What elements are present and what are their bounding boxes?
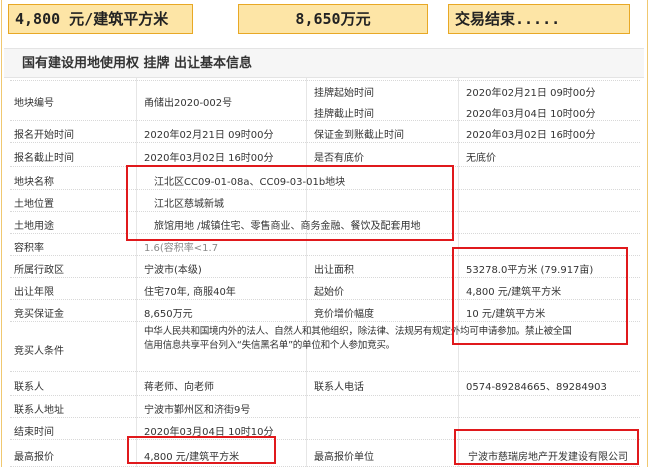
contact-label: 联系人 — [14, 382, 44, 393]
reserve-value: 无底价 — [466, 153, 496, 164]
top-bidder-label: 最高报价单位 — [314, 452, 374, 463]
table-row: 所属行政区 宁波市(本级) 出让面积 53278.0平方米 (79.917亩) — [10, 255, 640, 277]
table-row: 竞买保证金 8,650万元 竞价增价幅度 10 元/建筑平方米 — [10, 299, 640, 321]
table-row: 土地用途 旅馆用地 /城镇住宅、零售商业、商务金融、餐饮及配套用地 — [10, 211, 640, 233]
plot-no-label: 地块编号 — [14, 98, 54, 109]
deposit-deadline-value: 2020年03月02日 16时00分 — [466, 130, 596, 141]
conditions-label: 竞买人条件 — [14, 346, 64, 357]
table-row: 地块名称 江北区CC09-01-08a、CC09-03-01b地块 — [10, 166, 640, 189]
district-label: 所属行政区 — [14, 265, 64, 276]
area-value: 53278.0平方米 (79.917亩) — [466, 265, 594, 276]
table-row: 地块编号 甬储出2020-002号 挂牌起始时间 2020年02月21日 09时… — [10, 80, 640, 120]
far-value: 1.6(容积率<1.7 — [144, 243, 219, 254]
phone-value: 0574-89284665、89284903 — [466, 382, 607, 393]
table-row: 结束时间 2020年03月04日 10时10分 — [10, 417, 640, 439]
top-bid-label: 最高报价 — [14, 452, 54, 463]
table-row: 联系人地址 宁波市鄞州区和济街9号 — [10, 395, 640, 417]
address-label: 联系人地址 — [14, 405, 64, 416]
usage-label: 土地用途 — [14, 221, 54, 232]
deposit-deadline-label: 保证金到账截止时间 — [314, 130, 404, 141]
increment-label: 竞价增价幅度 — [314, 309, 374, 320]
top-bidder-value: 宁波市慈瑞房地产开发建设有限公司 — [468, 452, 628, 463]
bid-deposit-value: 8,650万元 — [144, 309, 193, 320]
table-row: 最高报价 4,800 元/建筑平方米 最高报价单位 宁波市慈瑞房地产开发建设有限… — [10, 439, 640, 467]
reg-end-value: 2020年03月02日 16时00分 — [144, 153, 274, 164]
end-time-value: 2020年03月04日 10时10分 — [144, 427, 274, 438]
right-border — [647, 0, 648, 467]
far-label: 容积率 — [14, 243, 44, 254]
location-label: 土地位置 — [14, 199, 54, 210]
section-title: 国有建设用地使用权 挂牌 出让基本信息 — [4, 48, 644, 78]
price-summary-box: 4,800 元/建筑平方米 — [8, 4, 193, 34]
address-value: 宁波市鄞州区和济街9号 — [144, 405, 251, 416]
table-row: 报名开始时间 2020年02月21日 09时00分 保证金到账截止时间 2020… — [10, 120, 640, 142]
end-time-label: 结束时间 — [14, 427, 54, 438]
conditions-line-1: 中华人民共和国境内外的法人、自然人和其他组织，除法律、法规另有规定外均可申请参加… — [144, 326, 572, 337]
status-summary-box: 交易结束..... — [448, 4, 630, 34]
top-bid-value: 4,800 元/建筑平方米 — [144, 452, 240, 463]
term-label: 出让年限 — [14, 287, 54, 298]
listing-start-label: 挂牌起始时间 — [314, 88, 374, 99]
area-label: 出让面积 — [314, 265, 354, 276]
usage-value: 旅馆用地 /城镇住宅、零售商业、商务金融、餐饮及配套用地 — [154, 221, 421, 232]
table-row: 竞买人条件 中华人民共和国境内外的法人、自然人和其他组织，除法律、法规另有规定外… — [10, 321, 640, 371]
plot-no-value: 甬储出2020-002号 — [144, 98, 233, 109]
table-row: 联系人 蒋老师、向老师 联系人电话 0574-89284665、89284903 — [10, 371, 640, 395]
table-row: 容积率 1.6(容积率<1.7 — [10, 233, 640, 255]
table-row: 出让年限 住宅70年, 商服40年 起始价 4,800 元/建筑平方米 — [10, 277, 640, 299]
deposit-summary-box: 8,650万元 — [238, 4, 428, 34]
district-value: 宁波市(本级) — [144, 265, 202, 276]
listing-start-value: 2020年02月21日 09时00分 — [466, 88, 596, 99]
bid-deposit-label: 竞买保证金 — [14, 309, 64, 320]
table-row: 报名截止时间 2020年03月02日 16时00分 是否有底价 无底价 — [10, 142, 640, 166]
reg-start-value: 2020年02月21日 09时00分 — [144, 130, 274, 141]
plot-name-value: 江北区CC09-01-08a、CC09-03-01b地块 — [154, 177, 346, 188]
reg-start-label: 报名开始时间 — [14, 130, 74, 141]
left-border — [1, 0, 2, 467]
contact-value: 蒋老师、向老师 — [144, 382, 214, 393]
reserve-label: 是否有底价 — [314, 153, 364, 164]
increment-value: 10 元/建筑平方米 — [466, 309, 546, 320]
listing-end-label: 挂牌截止时间 — [314, 109, 374, 120]
plot-name-label: 地块名称 — [14, 177, 54, 188]
term-value: 住宅70年, 商服40年 — [144, 287, 236, 298]
phone-label: 联系人电话 — [314, 382, 364, 393]
start-price-label: 起始价 — [314, 287, 344, 298]
listing-end-value: 2020年03月04日 10时00分 — [466, 109, 596, 120]
location-value: 江北区慈城新城 — [154, 199, 224, 210]
start-price-value: 4,800 元/建筑平方米 — [466, 287, 562, 298]
table-row: 土地位置 江北区慈城新城 — [10, 189, 640, 211]
reg-end-label: 报名截止时间 — [14, 153, 74, 164]
conditions-line-2: 信用信息共享平台列入“失信黑名单”的单位和个人参加竞买。 — [144, 340, 395, 351]
